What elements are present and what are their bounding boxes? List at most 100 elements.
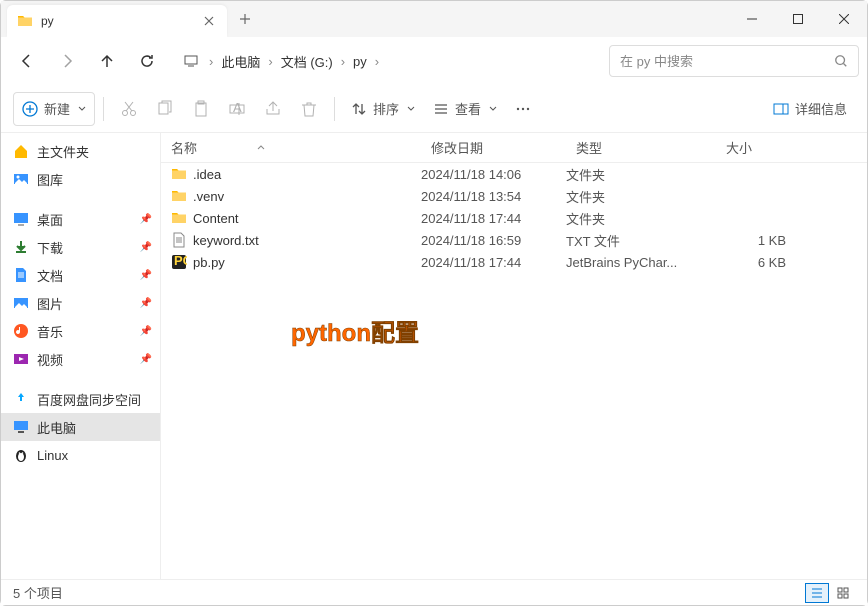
forward-button[interactable] [49, 43, 85, 79]
sort-icon [351, 101, 367, 117]
file-row[interactable]: keyword.txt2024/11/18 16:59TXT 文件1 KB [161, 229, 867, 251]
list-icon [810, 586, 824, 600]
cloud-icon [13, 391, 29, 407]
rename-button[interactable]: A [220, 92, 254, 126]
sidebar-item-home[interactable]: 主文件夹 [1, 137, 160, 165]
file-row[interactable]: .idea2024/11/18 14:06文件夹 [161, 163, 867, 185]
list-view-button[interactable] [805, 583, 829, 603]
folder-icon [17, 13, 33, 29]
file-name-cell: .venv [161, 188, 421, 204]
pin-icon: 📌 [140, 326, 152, 337]
grid-view-button[interactable] [831, 583, 855, 603]
item-count: 5 个项目 [13, 583, 63, 602]
chevron-right-icon[interactable]: › [205, 54, 217, 69]
pc-icon [13, 419, 29, 435]
sidebar-item-music[interactable]: 音乐📌 [1, 317, 160, 345]
sort-label: 排序 [373, 99, 399, 118]
file-row[interactable]: PCpb.py2024/11/18 17:44JetBrains PyChar.… [161, 251, 867, 273]
column-size[interactable]: 大小 [716, 138, 796, 157]
file-row[interactable]: Content2024/11/18 17:44文件夹 [161, 207, 867, 229]
music-icon [13, 323, 29, 339]
tab-title: py [41, 14, 201, 28]
arrow-up-icon [99, 53, 115, 69]
sidebar-item-gallery[interactable]: 图库 [1, 165, 160, 193]
share-button[interactable] [256, 92, 290, 126]
close-button[interactable] [821, 1, 867, 37]
view-list-icon [433, 101, 449, 117]
file-date: 2024/11/18 14:06 [421, 167, 566, 182]
chevron-right-icon[interactable]: › [371, 54, 383, 69]
sidebar-item-pictures[interactable]: 图片📌 [1, 289, 160, 317]
file-row[interactable]: .venv2024/11/18 13:54文件夹 [161, 185, 867, 207]
body: 主文件夹 图库 桌面📌 下载📌 文档📌 图片📌 音乐📌 视频📌 百度网盘同步空间… [1, 133, 867, 579]
copy-button[interactable] [148, 92, 182, 126]
more-icon [515, 101, 531, 117]
column-name[interactable]: 名称 [161, 138, 421, 157]
chevron-right-icon[interactable]: › [337, 54, 349, 69]
breadcrumb[interactable]: › 此电脑 › 文档 (G:) › py › [177, 45, 597, 77]
navbar: › 此电脑 › 文档 (G:) › py › [1, 37, 867, 85]
file-date: 2024/11/18 13:54 [421, 189, 566, 204]
file-name-cell: Content [161, 210, 421, 226]
column-type[interactable]: 类型 [566, 138, 716, 157]
minimize-button[interactable] [729, 1, 775, 37]
file-date: 2024/11/18 17:44 [421, 255, 566, 270]
svg-text:A: A [233, 100, 242, 115]
rename-icon: A [228, 100, 246, 118]
svg-text:PC: PC [174, 254, 187, 268]
sidebar-item-videos[interactable]: 视频📌 [1, 345, 160, 373]
delete-button[interactable] [292, 92, 326, 126]
sidebar-item-desktop[interactable]: 桌面📌 [1, 205, 160, 233]
crumb-folder[interactable]: py [349, 54, 371, 69]
column-date[interactable]: 修改日期 [421, 138, 566, 157]
txt-icon [171, 232, 187, 248]
close-tab-icon[interactable] [201, 13, 217, 29]
crumb-thispc[interactable]: 此电脑 [217, 52, 264, 71]
sort-button[interactable]: 排序 [343, 92, 423, 126]
new-plus-icon [22, 101, 38, 117]
maximize-button[interactable] [775, 1, 821, 37]
search-input[interactable] [620, 54, 834, 69]
document-icon [13, 267, 29, 283]
paste-button[interactable] [184, 92, 218, 126]
search-box[interactable] [609, 45, 859, 77]
details-pane-button[interactable]: 详细信息 [765, 92, 855, 126]
view-button[interactable]: 查看 [425, 92, 505, 126]
more-button[interactable] [507, 92, 539, 126]
back-button[interactable] [9, 43, 45, 79]
download-icon [13, 239, 29, 255]
refresh-button[interactable] [129, 43, 165, 79]
file-size: 1 KB [716, 233, 796, 248]
details-label: 详细信息 [795, 99, 847, 118]
file-date: 2024/11/18 17:44 [421, 211, 566, 226]
minimize-icon [747, 14, 757, 24]
sidebar: 主文件夹 图库 桌面📌 下载📌 文档📌 图片📌 音乐📌 视频📌 百度网盘同步空间… [1, 133, 161, 579]
up-button[interactable] [89, 43, 125, 79]
pin-icon: 📌 [140, 298, 152, 309]
sort-asc-icon [257, 144, 265, 152]
chevron-right-icon[interactable]: › [264, 54, 276, 69]
window-tab[interactable]: py [7, 5, 227, 37]
view-label: 查看 [455, 99, 481, 118]
annotation-overlay: python配置 [291, 313, 419, 348]
new-tab-button[interactable] [227, 1, 263, 37]
plus-icon [239, 13, 251, 25]
file-name-cell: PCpb.py [161, 254, 421, 270]
sidebar-item-thispc[interactable]: 此电脑 [1, 413, 160, 441]
desktop-icon [13, 211, 29, 227]
sidebar-item-documents[interactable]: 文档📌 [1, 261, 160, 289]
file-name-cell: .idea [161, 166, 421, 182]
chevron-down-icon [489, 105, 497, 113]
delete-icon [300, 100, 318, 118]
toolbar-separator [334, 97, 335, 121]
details-pane-icon [773, 101, 789, 117]
cut-button[interactable] [112, 92, 146, 126]
sidebar-item-baidu[interactable]: 百度网盘同步空间 [1, 385, 160, 413]
sidebar-item-downloads[interactable]: 下载📌 [1, 233, 160, 261]
grid-icon [836, 586, 850, 600]
crumb-drive[interactable]: 文档 (G:) [277, 52, 337, 71]
sidebar-item-linux[interactable]: Linux [1, 441, 160, 469]
copy-icon [156, 100, 174, 118]
new-button[interactable]: 新建 [13, 92, 95, 126]
statusbar: 5 个项目 [1, 579, 867, 605]
